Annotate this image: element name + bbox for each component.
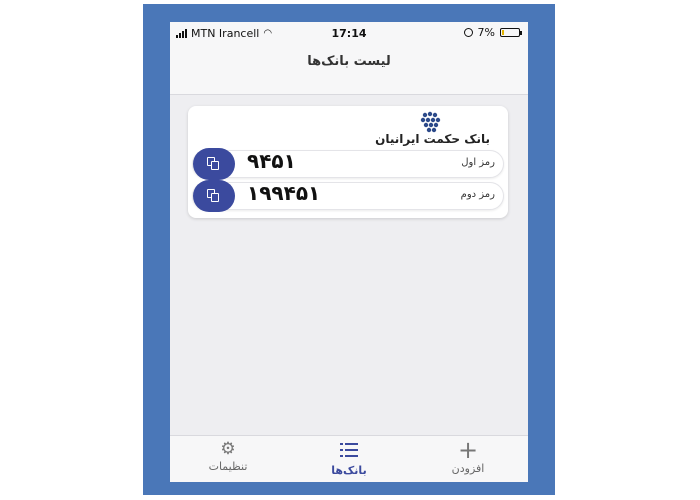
- battery-icon: [500, 28, 522, 37]
- tab-label: افزودن: [451, 462, 485, 475]
- status-right: 7%: [463, 26, 522, 39]
- tab-bar: ⚙ تنظیمات بانک‌ها + افزودن: [170, 435, 528, 482]
- copy-icon: [207, 189, 221, 203]
- bank-name: بانک حکمت ایرانیان: [375, 132, 490, 146]
- status-bar: MTN Irancell ◠ 17:14 7%: [170, 22, 528, 44]
- bank-logo-icon: [420, 111, 441, 133]
- page-title: لیست بانک‌ها: [307, 54, 391, 69]
- list-icon: [340, 443, 358, 457]
- tab-label: تنظیمات: [208, 460, 248, 473]
- tab-add[interactable]: + افزودن: [428, 436, 508, 475]
- copy-first-password-button[interactable]: [193, 148, 235, 180]
- navigation-bar: لیست بانک‌ها: [170, 44, 528, 95]
- copy-second-password-button[interactable]: [193, 180, 235, 212]
- password-value: ۱۹۹۴۵۱: [247, 181, 321, 205]
- plus-icon: +: [457, 436, 479, 464]
- tab-banks[interactable]: بانک‌ها: [309, 440, 389, 477]
- password-label: رمز اول: [461, 157, 495, 168]
- password-value: ۹۴۵۱: [247, 149, 296, 173]
- copy-icon: [207, 157, 221, 171]
- password-row-first: ۹۴۵۱ رمز اول: [192, 148, 504, 180]
- password-label: رمز دوم: [460, 189, 495, 200]
- tab-settings[interactable]: ⚙ تنظیمات: [188, 440, 268, 473]
- tab-label: بانک‌ها: [331, 464, 367, 477]
- password-row-second: ۱۹۹۴۵۱ رمز دوم: [192, 180, 504, 212]
- battery-percent: 7%: [477, 26, 495, 39]
- gear-icon: ⚙: [220, 439, 236, 459]
- bank-card[interactable]: بانک حکمت ایرانیان ۹۴۵۱ رمز اول ۱۹۹۴۵۱ ر…: [188, 106, 508, 218]
- phone-screen: MTN Irancell ◠ 17:14 7% لیست بانک‌ها با: [170, 22, 528, 482]
- orientation-lock-icon: [463, 28, 473, 37]
